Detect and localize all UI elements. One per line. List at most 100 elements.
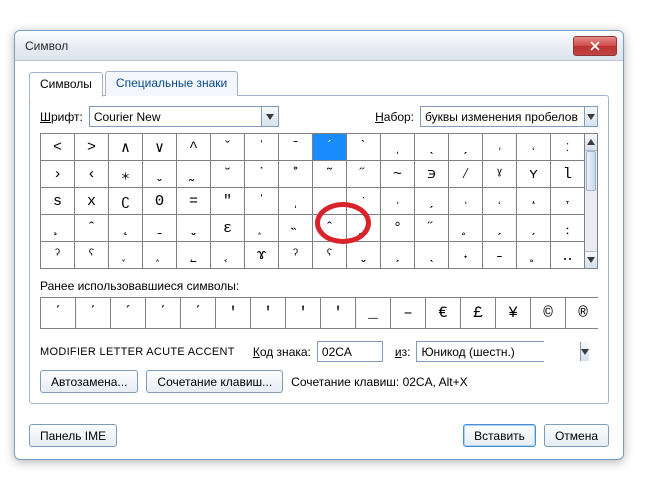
symbol-cell[interactable]: ˏ [313,188,346,214]
symbol-cell[interactable]: ˵ [279,215,312,241]
recent-symbol-cell[interactable]: _ [356,298,390,328]
recent-symbol-cell[interactable]: £ [461,298,495,328]
symbol-cell[interactable]: < [41,134,74,160]
symbol-cell[interactable]: ﹕ [551,215,584,241]
symbol-cell[interactable]: ˍ [143,215,176,241]
recent-symbol-cell[interactable]: ʹ [216,298,250,328]
symbol-grid[interactable]: <>∧∨^ˇˈˉˊˋˌˎˏ˒˓ː›‹⁎ˬ˷˘˙˚˜˝~϶⁄ˠʏlsxʗʘ=″ˈˌ… [40,133,585,269]
symbol-cell[interactable]: ɛ [211,215,244,241]
symbol-cell[interactable]: ˏ [483,215,516,241]
scroll-thumb[interactable] [586,151,596,191]
symbol-cell[interactable]: ˬ [177,215,210,241]
symbol-cell[interactable]: ˎ [415,242,448,268]
symbol-cell[interactable]: ˾ [177,242,210,268]
symbol-cell[interactable]: ˏ [415,188,448,214]
symbol-cell[interactable]: ˰ [245,215,278,241]
symbol-cell[interactable]: ˗ [483,242,516,268]
symbol-cell[interactable]: ‥ [551,242,584,268]
symbol-cell[interactable]: ″ [211,188,244,214]
recent-symbol-cell[interactable]: ® [566,298,600,328]
tab-symbols[interactable]: Символы [29,72,103,97]
symbol-cell[interactable]: ° [381,215,414,241]
symbol-cell[interactable]: ɤ [245,242,278,268]
ime-panel-button[interactable]: Панель IME [29,424,117,447]
recent-symbol-cell[interactable]: ˊ [41,298,75,328]
recent-symbol-cell[interactable]: ˊ [181,298,215,328]
recent-symbol-cell[interactable]: ʹ [251,298,285,328]
symbol-cell[interactable]: ˆ [75,215,108,241]
symbol-cell[interactable]: ˁ [75,242,108,268]
symbol-cell[interactable]: ʏ [517,161,550,187]
recent-symbol-cell[interactable]: ˊ [111,298,145,328]
symbol-cell[interactable]: ˆ [313,215,346,241]
tab-special[interactable]: Специальные знаки [105,71,238,96]
symbol-cell[interactable]: ˈ [245,188,278,214]
recent-symbol-cell[interactable]: ˊ [146,298,180,328]
symbol-cell[interactable]: ‹ [75,161,108,187]
scroll-track[interactable] [585,151,597,251]
symbol-cell[interactable]: ⁎ [109,161,142,187]
code-input[interactable] [317,341,383,362]
symbol-cell[interactable]: ˒ [381,188,414,214]
symbol-cell[interactable]: ϶ [415,161,448,187]
recent-symbol-cell[interactable]: © [531,298,565,328]
symbol-cell[interactable]: ˏ [517,215,550,241]
shortcut-key-button[interactable]: Сочетание клавиш... [146,370,283,393]
symbol-cell[interactable]: ˏ [381,242,414,268]
symbol-cell[interactable]: s [41,188,74,214]
symbol-cell[interactable]: ˕ [551,188,584,214]
symbol-cell[interactable]: ˉ [279,134,312,160]
symbol-cell[interactable]: ˷ [347,215,380,241]
symbol-cell[interactable]: ˌ [279,188,312,214]
recent-symbol-cell[interactable]: € [426,298,460,328]
symbol-cell[interactable]: = [177,188,210,214]
scroll-up-button[interactable] [585,134,597,151]
symbol-cell[interactable]: ˎ [415,134,448,160]
symbol-cell[interactable]: ˱ [211,242,244,268]
symbol-cell[interactable]: ˝ [347,161,380,187]
symbol-cell[interactable]: l [551,161,584,187]
scroll-down-button[interactable] [585,251,597,268]
symbol-cell[interactable]: ˑ [347,188,380,214]
symbol-cell[interactable]: ∧ [109,134,142,160]
symbol-cell[interactable]: ˌ [381,134,414,160]
recent-symbol-cell[interactable]: ¥ [496,298,530,328]
symbol-cell[interactable]: x [75,188,108,214]
close-button[interactable] [573,36,617,56]
symbol-cell[interactable]: ˚ [279,161,312,187]
recent-symbol-cell[interactable]: – [391,298,425,328]
font-combo-input[interactable] [90,107,261,126]
symbol-cell[interactable]: › [41,161,74,187]
recent-symbol-cell[interactable]: ˊ [76,298,110,328]
subset-combo-input[interactable] [421,107,584,126]
from-combo[interactable] [416,341,544,362]
symbol-cell[interactable]: ˋ [347,134,380,160]
recent-symbol-cell[interactable]: ʹ [321,298,355,328]
symbol-cell[interactable]: ˯ [109,242,142,268]
symbol-cell[interactable]: ː [551,134,584,160]
symbol-cell[interactable]: ˒ [449,188,482,214]
chevron-down-icon[interactable] [261,107,278,126]
symbol-cell[interactable]: ˬ [143,161,176,187]
symbol-cell[interactable]: ˇ [211,134,244,160]
symbol-cell[interactable]: ~ [381,161,414,187]
symbol-cell[interactable]: ¸ [41,215,74,241]
recent-symbol-cell[interactable]: ʹ [286,298,320,328]
symbol-cell[interactable]: ˬ [347,242,380,268]
symbol-cell[interactable]: ˀ [279,242,312,268]
symbol-cell[interactable]: ˓ [517,134,550,160]
symbol-cell[interactable]: ʘ [143,188,176,214]
symbol-cell[interactable]: ˔ [517,188,550,214]
symbol-cell[interactable]: ˛ [109,215,142,241]
symbol-cell[interactable]: ˷ [177,161,210,187]
symbol-cell[interactable]: ∨ [143,134,176,160]
symbol-cell[interactable]: ˊ [313,134,346,160]
chevron-down-icon[interactable] [580,342,589,361]
symbol-cell[interactable]: ˜ [313,161,346,187]
symbol-cell[interactable]: ˠ [483,161,516,187]
symbol-cell[interactable]: ˳ [517,242,550,268]
from-combo-input[interactable] [417,342,580,361]
symbol-cell[interactable]: ˈ [245,134,278,160]
grid-scrollbar[interactable] [585,133,598,269]
symbol-cell[interactable]: ⁄ [449,161,482,187]
